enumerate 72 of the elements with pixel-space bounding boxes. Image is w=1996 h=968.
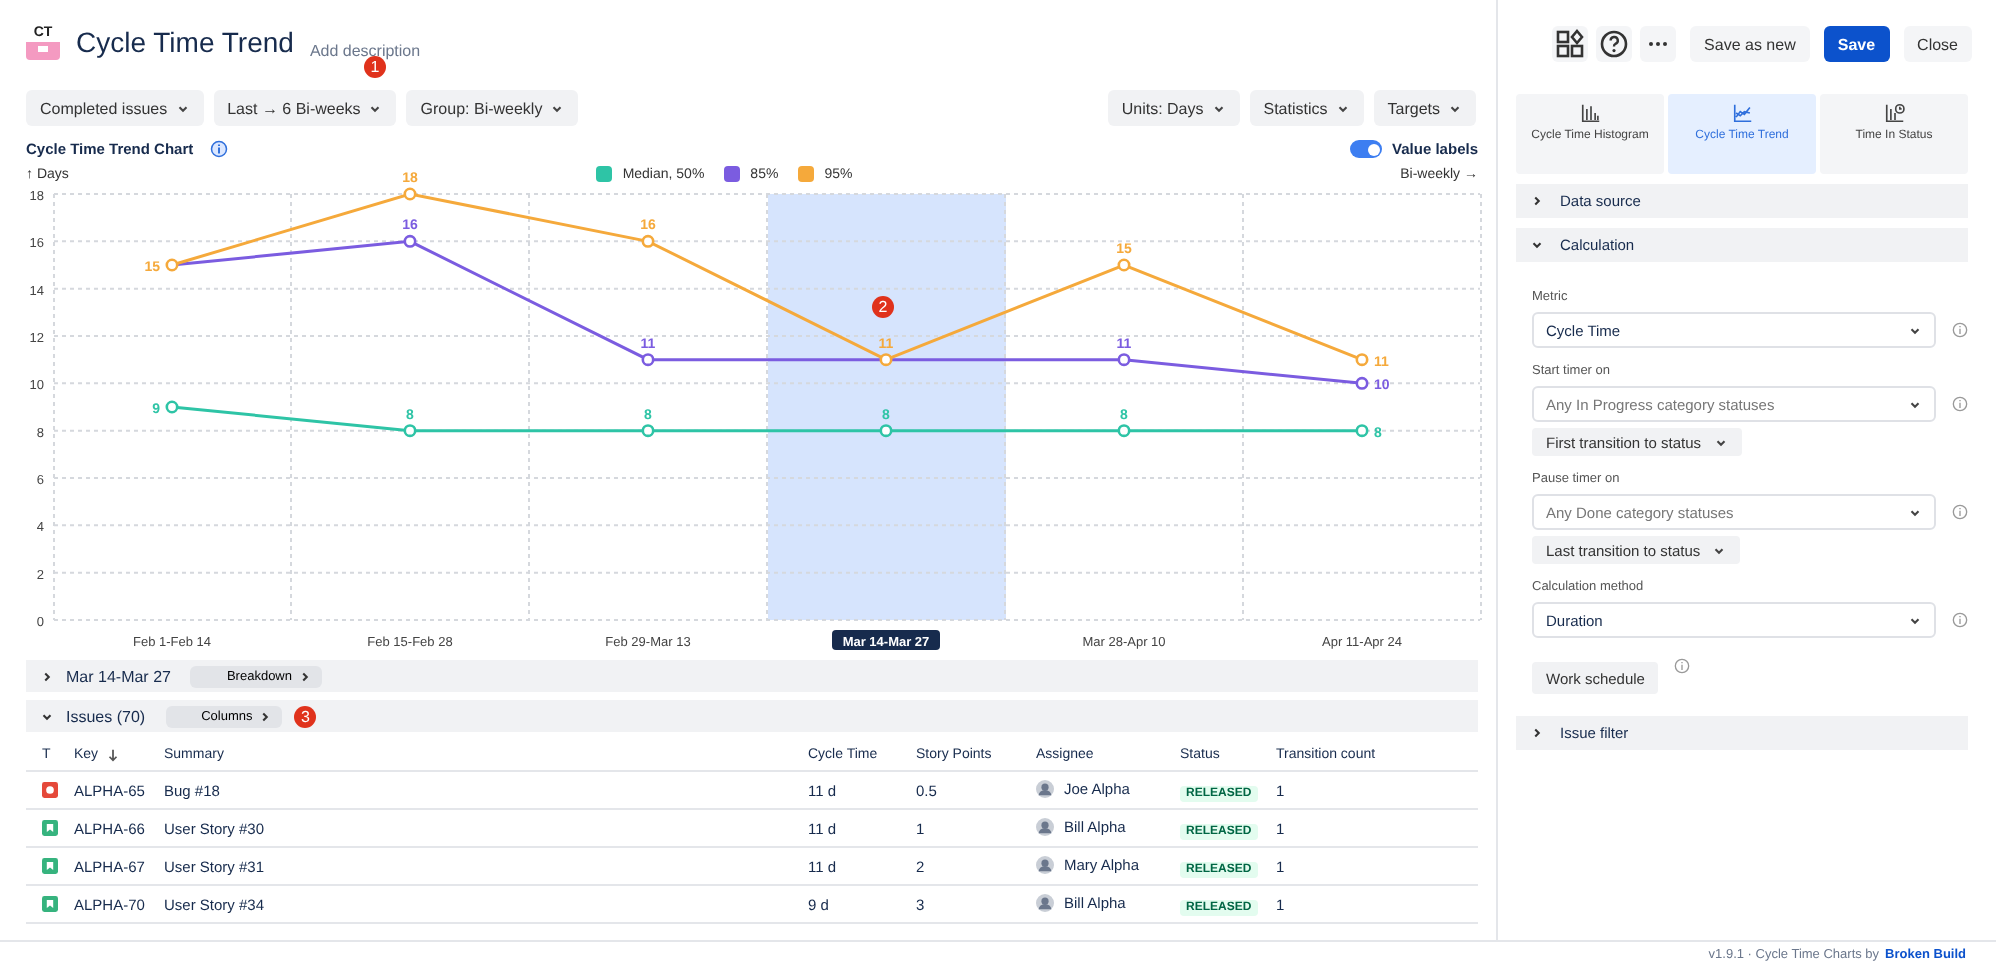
chevron-down-icon (550, 101, 565, 115)
chevron-right-icon (298, 669, 312, 683)
data-point[interactable] (1117, 258, 1131, 272)
callout-marker: 3 (294, 705, 317, 727)
action-button[interactable]: Close (1903, 26, 1972, 62)
filter-dropdown[interactable]: Last → 6 Bi-weeks (213, 90, 397, 126)
filter-dropdown[interactable]: Statistics (1249, 90, 1364, 126)
chevron-down-icon (175, 101, 190, 115)
info-icon[interactable] (1952, 396, 1968, 412)
data-point[interactable] (641, 424, 655, 438)
callout-marker: 1 (363, 56, 386, 78)
toggle-switch[interactable] (1350, 140, 1383, 158)
info-icon[interactable] (1952, 612, 1968, 628)
data-point[interactable] (165, 400, 179, 414)
line-chart-icon (1731, 102, 1753, 124)
chevron-right-icon[interactable] (40, 669, 54, 683)
bookmark-icon (42, 820, 58, 836)
chevron-down-icon (1908, 505, 1922, 519)
data-point[interactable] (403, 424, 417, 438)
chevron-down-icon (1908, 323, 1922, 337)
bookmark-icon (42, 896, 58, 912)
filter-dropdown[interactable]: Targets (1373, 90, 1476, 126)
action-button[interactable]: Save (1823, 26, 1890, 62)
page-title: Cycle Time Trend (76, 26, 294, 58)
data-point[interactable] (165, 258, 179, 272)
chevron-down-icon[interactable] (40, 709, 54, 723)
chevron-down-icon (1335, 101, 1350, 115)
info-icon[interactable] (1952, 322, 1968, 338)
section-title: Mar 14-Mar 27 (66, 667, 171, 685)
filter-dropdown[interactable]: Group: Bi-weekly (406, 90, 579, 126)
filter-dropdown[interactable]: Completed issues (26, 90, 204, 126)
data-point[interactable] (403, 234, 417, 248)
chevron-down-icon (1448, 101, 1462, 115)
more-icon[interactable] (1640, 26, 1677, 62)
data-point[interactable] (879, 353, 893, 367)
chevron-down-icon (1908, 613, 1922, 627)
data-point[interactable] (403, 187, 417, 201)
data-point[interactable] (641, 234, 655, 248)
chevron-down-icon (1713, 435, 1728, 449)
chart-clock-icon (1883, 102, 1905, 124)
apps-icon[interactable] (1552, 26, 1589, 62)
info-icon[interactable] (1674, 658, 1691, 674)
data-point[interactable] (1355, 376, 1369, 390)
bookmark-icon (42, 858, 58, 874)
action-button[interactable]: Save as new (1690, 26, 1810, 62)
chevron-down-icon (368, 101, 383, 115)
data-point[interactable] (1117, 424, 1131, 438)
help-icon[interactable] (1596, 26, 1633, 62)
data-point[interactable] (1355, 353, 1369, 367)
add-description-link[interactable]: Add description (309, 42, 421, 60)
avatar-icon (1036, 779, 1054, 797)
sort-arrow-icon[interactable] (106, 747, 121, 761)
avatar-icon (1036, 893, 1054, 911)
avatar-icon (1036, 855, 1054, 873)
chevron-down-icon (1908, 397, 1922, 411)
data-point[interactable] (641, 353, 655, 367)
chevron-down-icon (1712, 543, 1727, 557)
bug-icon (42, 782, 58, 798)
filter-dropdown[interactable]: Units: Days (1107, 90, 1240, 126)
info-icon[interactable] (209, 140, 228, 158)
chevron-right-icon (258, 709, 273, 723)
data-point[interactable] (1117, 353, 1131, 367)
chevron-right-icon (1530, 194, 1544, 208)
bar-chart-icon (1579, 102, 1601, 124)
info-icon[interactable] (1952, 504, 1968, 520)
data-point[interactable] (1355, 424, 1369, 438)
data-point[interactable] (879, 424, 893, 438)
chevron-right-icon (1530, 726, 1544, 740)
chevron-down-icon (1530, 238, 1544, 252)
avatar-icon (1036, 817, 1054, 835)
chevron-down-icon (1211, 101, 1226, 115)
section-title: Issues (70) (66, 707, 146, 725)
